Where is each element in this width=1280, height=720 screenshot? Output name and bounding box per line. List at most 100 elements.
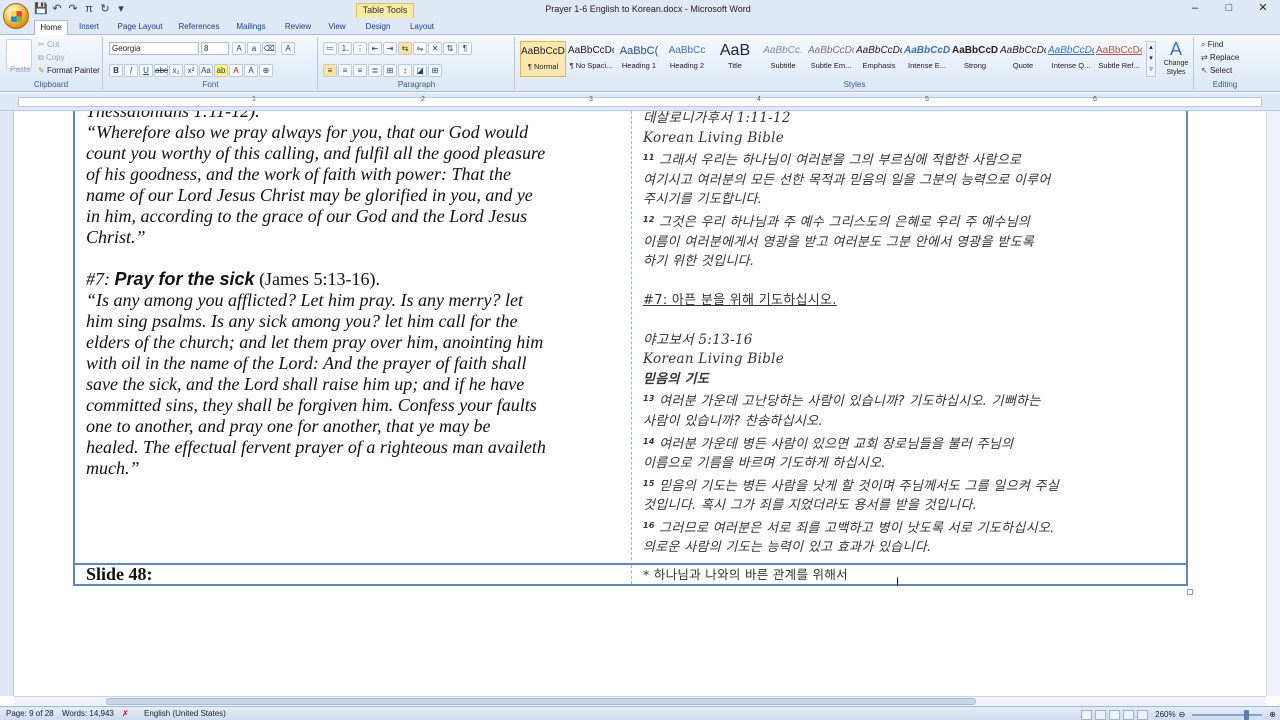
document-area[interactable]: Thessalonians 1:11-12). “Wherefore also … [14,111,1266,696]
horizontal-scrollbar[interactable] [14,696,1266,706]
find-button[interactable]: ⌕ Find [1201,39,1223,51]
copy-button[interactable]: ⧉ Copy [38,52,65,64]
page-count[interactable]: Page: 9 of 28 [6,707,54,720]
justify-icon[interactable]: ≣ [368,64,382,77]
italic-icon[interactable]: I [124,64,138,77]
bold-icon[interactable]: B [109,64,123,77]
asian-layout-icon[interactable]: ⇋ [413,42,427,55]
align-right-icon[interactable]: ≡ [353,64,367,77]
horizontal-scroll-thumb[interactable] [106,698,976,705]
align-left-icon[interactable]: ≡ [323,64,337,77]
section-heading-7: #7: Pray for the sick (James 5:13-16). [86,269,631,290]
style-name: ¶ Normal [527,62,559,71]
web-layout-icon[interactable] [1109,709,1121,720]
tab-home[interactable]: Home [34,20,68,35]
style-emphasis[interactable]: AaBbCcDc Emphasis [856,41,902,77]
font-size-field[interactable]: 8 [201,42,229,55]
minimize-button[interactable]: – [1178,0,1212,18]
text-line: save the sick, and the Lord shall raise … [86,374,525,394]
close-button[interactable]: ✕ [1246,0,1280,18]
office-button[interactable] [3,3,29,29]
style-no-spacing[interactable]: AaBbCcDc ¶ No Spaci... [568,41,614,77]
tab-view[interactable]: View [322,20,352,35]
line-spacing-icon[interactable]: ↕ [398,64,412,77]
style-subtle-emphasis[interactable]: AaBbCcDc Subtle Em... [808,41,854,77]
highlight-icon[interactable]: ab [214,64,228,77]
english-column[interactable]: Thessalonians 1:11-12). “Wherefore also … [86,111,631,479]
tab-insert[interactable]: Insert [74,20,104,35]
draft-icon[interactable] [1137,709,1149,720]
zoom-in-icon[interactable]: ⊕ [1269,708,1276,720]
clear-formatting-icon[interactable]: ⌫ [262,42,276,55]
borders-icon[interactable]: ⊞ [428,64,442,77]
tab-design[interactable]: Design [360,20,396,35]
zoom-slider[interactable] [1192,709,1263,720]
distributed-icon[interactable]: ⊞ [383,64,397,77]
style-normal[interactable]: AaBbCcDc ¶ Normal [520,41,566,77]
tab-references[interactable]: References [174,20,224,35]
style-quote[interactable]: AaBbCcDc Quote [1000,41,1046,77]
select-button[interactable]: ↖ Select [1201,65,1232,77]
full-screen-icon[interactable] [1095,709,1107,720]
section-number: #7: [86,269,110,289]
superscript-icon[interactable]: x² [184,64,198,77]
word-count[interactable]: Words: 14,943 [62,707,114,720]
maximize-button[interactable]: □ [1212,0,1246,18]
vertical-scrollbar[interactable] [1266,111,1280,696]
underline-icon[interactable]: U [139,64,153,77]
text-effect-icon[interactable]: A [281,42,295,55]
slide-korean-text[interactable]: * 하나님과 나와의 바른 관계를 위해서 [643,566,848,583]
slide-label[interactable]: Slide 48: [86,564,153,585]
style-title[interactable]: AaB Title [712,41,758,77]
strikethrough-icon[interactable]: abc [154,64,168,77]
outline-icon[interactable] [1123,709,1135,720]
numbering-icon[interactable]: ⒈ [338,42,352,55]
cut-button[interactable]: ✂ Cut [38,39,59,51]
tab-page-layout[interactable]: Page Layout [112,20,168,35]
shrink-font-icon[interactable]: a [247,42,261,55]
language-indicator[interactable]: English (United States) [144,707,226,720]
format-painter-button[interactable]: ✎ Format Painter [38,65,100,77]
font-color-icon[interactable]: A [229,64,243,77]
korean-column[interactable]: 데살로니가후서 1:11-12 Korean Living Bible 11 그… [643,111,1173,558]
select-label: Select [1209,66,1233,75]
zoom-level[interactable]: 260% [1155,708,1175,720]
table-resize-handle[interactable] [1187,589,1193,595]
style-heading-1[interactable]: AaBbC(Heading 1 [616,41,662,77]
change-case-icon[interactable]: Aa [199,64,213,77]
style-subtle-reference[interactable]: AaBbCcDc Subtle Ref... [1096,41,1142,77]
align-center-icon[interactable]: ≡ [338,64,352,77]
change-styles-button[interactable]: A Change Styles [1160,39,1192,77]
tab-layout[interactable]: Layout [404,20,440,35]
grow-font-icon[interactable]: A [232,42,246,55]
horizontal-ruler[interactable]: 1 2 3 4 5 6 [0,93,1280,111]
style-subtitle[interactable]: AaBbCc. Subtitle [760,41,806,77]
shading-icon[interactable]: ◪ [413,64,427,77]
style-intense-emphasis[interactable]: AaBbCcDc Intense E... [904,41,950,77]
show-marks-icon[interactable]: ¶ [458,42,472,55]
font-name-field[interactable]: Georgia [109,42,199,55]
text-direction-icon[interactable]: ⇆ [398,42,412,55]
subheading: 믿음의 기도 [643,371,710,387]
paste-button[interactable]: Paste [10,64,30,76]
style-heading-2[interactable]: AaBbCc Heading 2 [664,41,710,77]
character-scale-icon[interactable]: ✕ [428,42,442,55]
bullets-icon[interactable]: ≔ [323,42,337,55]
decrease-indent-icon[interactable]: ⇤ [368,42,382,55]
styles-scroll[interactable]: ▴ ▾ ▿ [1146,41,1156,77]
character-shading-icon[interactable]: A [244,64,258,77]
print-layout-icon[interactable] [1081,709,1093,720]
proofing-icon[interactable]: ✗ [122,707,129,720]
subscript-icon[interactable]: x₂ [169,64,183,77]
tab-review[interactable]: Review [280,20,316,35]
style-intense-quote[interactable]: AaBbCcDc Intense Q... [1048,41,1094,77]
increase-indent-icon[interactable]: ⇥ [383,42,397,55]
style-strong[interactable]: AaBbCcDc Strong [952,41,998,77]
style-sample: AaB [719,42,751,59]
replace-button[interactable]: ⇄ Replace [1201,52,1239,64]
sort-icon[interactable]: ⇅ [443,42,457,55]
enclose-character-icon[interactable]: ⊕ [259,64,273,77]
multilevel-list-icon[interactable]: ⋮ [353,42,367,55]
zoom-out-icon[interactable]: ⊖ [1179,708,1186,720]
tab-mailings[interactable]: Mailings [230,20,272,35]
